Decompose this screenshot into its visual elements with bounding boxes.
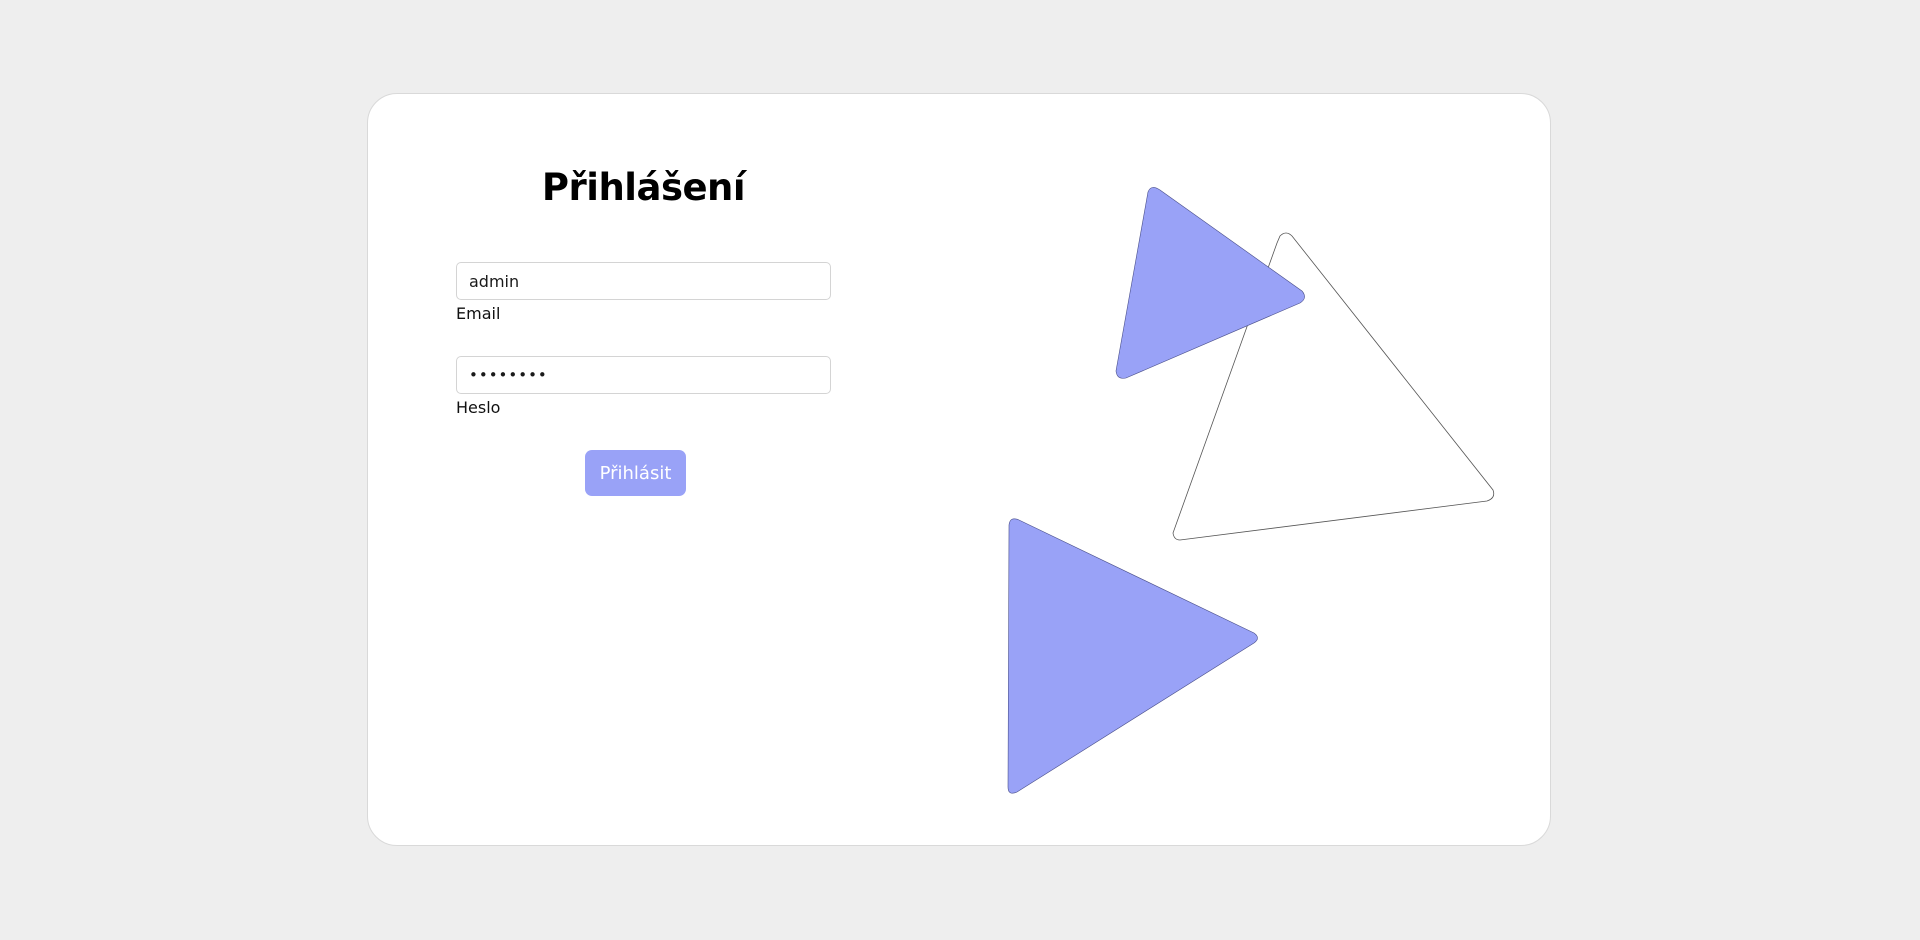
filled-triangle-bottom bbox=[1007, 518, 1258, 794]
login-card: Přihlášení Email Heslo Přihlásit bbox=[367, 93, 1551, 846]
decorative-triangles bbox=[1007, 187, 1495, 794]
